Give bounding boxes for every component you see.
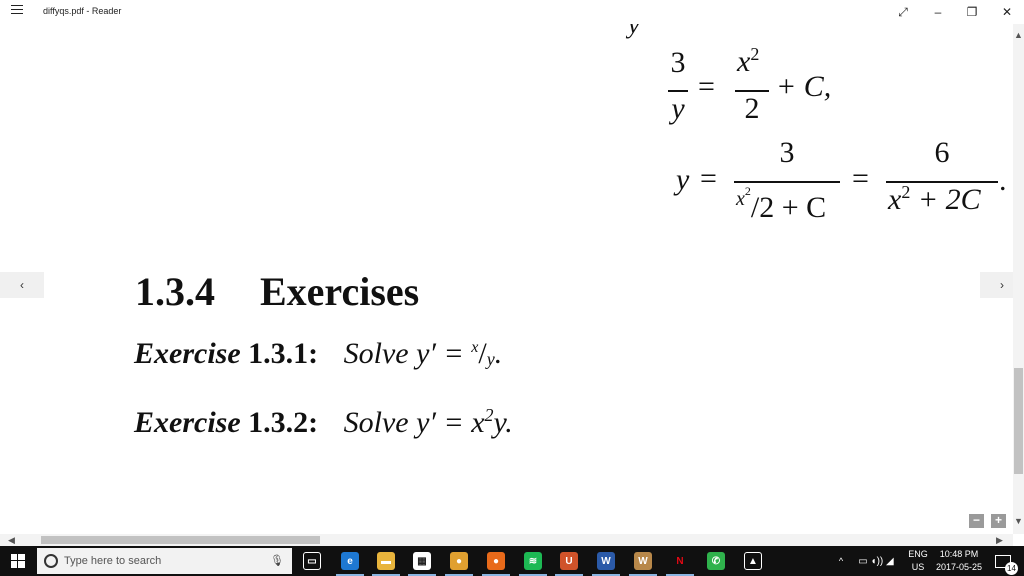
cortana-icon: [44, 554, 58, 568]
windows-icon: [11, 554, 25, 568]
clock-time: 10:48 PM: [939, 549, 979, 559]
fraction1-denominator: x2/2 + C: [736, 184, 827, 224]
exercise-item: Exercise 1.3.1: Solve y′ = x/y.: [134, 337, 502, 371]
word-icon[interactable]: W: [588, 546, 624, 576]
exercise-statement: Solve y′ = x/y.: [343, 337, 503, 370]
scroll-up-icon[interactable]: ▲: [1014, 30, 1023, 40]
scroll-left-icon[interactable]: ◀: [8, 535, 15, 546]
tray-chevron-icon[interactable]: ^: [834, 546, 848, 576]
hamburger-icon[interactable]: [11, 5, 23, 17]
scroll-right-icon[interactable]: ▶: [996, 535, 1003, 546]
language-indicator[interactable]: ENG US: [904, 546, 932, 576]
fraction-bar: [734, 181, 840, 183]
rhs-tail: + C,: [776, 70, 832, 103]
search-placeholder: Type here to search: [64, 555, 162, 567]
tray-status-icons[interactable]: ▭ ◖)) ◢: [851, 546, 901, 576]
chrome-icon[interactable]: ●: [441, 546, 477, 576]
fraction2-numerator: 6: [934, 136, 950, 169]
clock[interactable]: 10:48 PM 2017-05-25: [934, 546, 984, 576]
store-icon[interactable]: ▦: [404, 546, 440, 576]
whatsapp-icon[interactable]: ✆: [698, 546, 734, 576]
taskbar: Type here to search 🎙 ▭ e ▬ ▦ ● ● ≋ U W W N ✆ ▲ ^ ▭ …: [0, 546, 1024, 576]
lhs-denominator: y: [671, 92, 685, 125]
fraction2-denominator: x2 + 2C: [888, 182, 981, 216]
close-button[interactable]: ✕: [990, 0, 1024, 24]
restore-button[interactable]: ❐: [955, 0, 989, 24]
exercise-statement: Solve y′ = x2y.: [343, 405, 513, 439]
exercise-item: Exercise 1.3.2: Solve y′ = x2y.: [134, 405, 513, 440]
rhs-numerator: x2: [737, 44, 760, 78]
notification-count: 14: [1005, 561, 1018, 575]
exercise-number: 1.3.1:: [248, 337, 319, 370]
exercise-number: 1.3.2:: [248, 406, 319, 439]
task-view-icon[interactable]: ▭: [294, 546, 330, 576]
previous-page-button[interactable]: ‹: [0, 272, 44, 298]
section-title: Exercises: [260, 269, 420, 314]
action-center-icon[interactable]: 14: [988, 546, 1018, 576]
window-title: diffyqs.pdf - Reader: [43, 6, 122, 16]
microphone-icon[interactable]: 🎙: [270, 554, 284, 567]
firefox-icon[interactable]: ●: [478, 546, 514, 576]
reader-icon[interactable]: U: [551, 546, 587, 576]
partial-y-symbol: y: [628, 24, 640, 39]
photos-icon[interactable]: ▲: [735, 546, 771, 576]
clock-date: 2017-05-25: [935, 562, 983, 572]
netflix-icon[interactable]: N: [662, 546, 698, 576]
exercise-label: Exercise: [134, 406, 241, 439]
y-symbol: y: [676, 163, 690, 196]
word-alt-icon[interactable]: W: [625, 546, 661, 576]
zoom-out-button[interactable]: −: [969, 514, 984, 528]
taskbar-search-box[interactable]: Type here to search 🎙: [37, 548, 292, 574]
rhs-denominator: 2: [744, 92, 760, 125]
file-explorer-icon[interactable]: ▬: [368, 546, 404, 576]
fraction1-numerator: 3: [779, 136, 795, 169]
equals-sign: =: [700, 162, 717, 195]
spotify-icon[interactable]: ≋: [515, 546, 551, 576]
document-page: y 3 y = x2 2 + C, y = 3 x2/2 + C = 6 x2 …: [0, 24, 1013, 534]
lhs-numerator: 3: [670, 46, 686, 79]
period: .: [999, 164, 1007, 197]
equals-sign: =: [698, 70, 715, 103]
zoom-in-button[interactable]: +: [991, 514, 1006, 528]
section-number: 1.3.4: [135, 269, 215, 314]
title-bar: diffyqs.pdf - Reader ⤢ – ❐ ✕: [0, 0, 1024, 24]
minimize-button[interactable]: –: [921, 0, 955, 24]
start-button[interactable]: [0, 546, 36, 576]
fullscreen-button[interactable]: ⤢: [886, 0, 920, 24]
exercise-label: Exercise: [134, 337, 241, 370]
scroll-down-icon[interactable]: ▼: [1014, 516, 1023, 526]
horizontal-scroll-thumb[interactable]: [41, 536, 320, 544]
edge-icon[interactable]: e: [332, 546, 368, 576]
equals-sign: =: [852, 162, 869, 195]
section-heading: 1.3.4 Exercises: [135, 268, 419, 315]
vertical-scroll-thumb[interactable]: [1014, 368, 1023, 474]
